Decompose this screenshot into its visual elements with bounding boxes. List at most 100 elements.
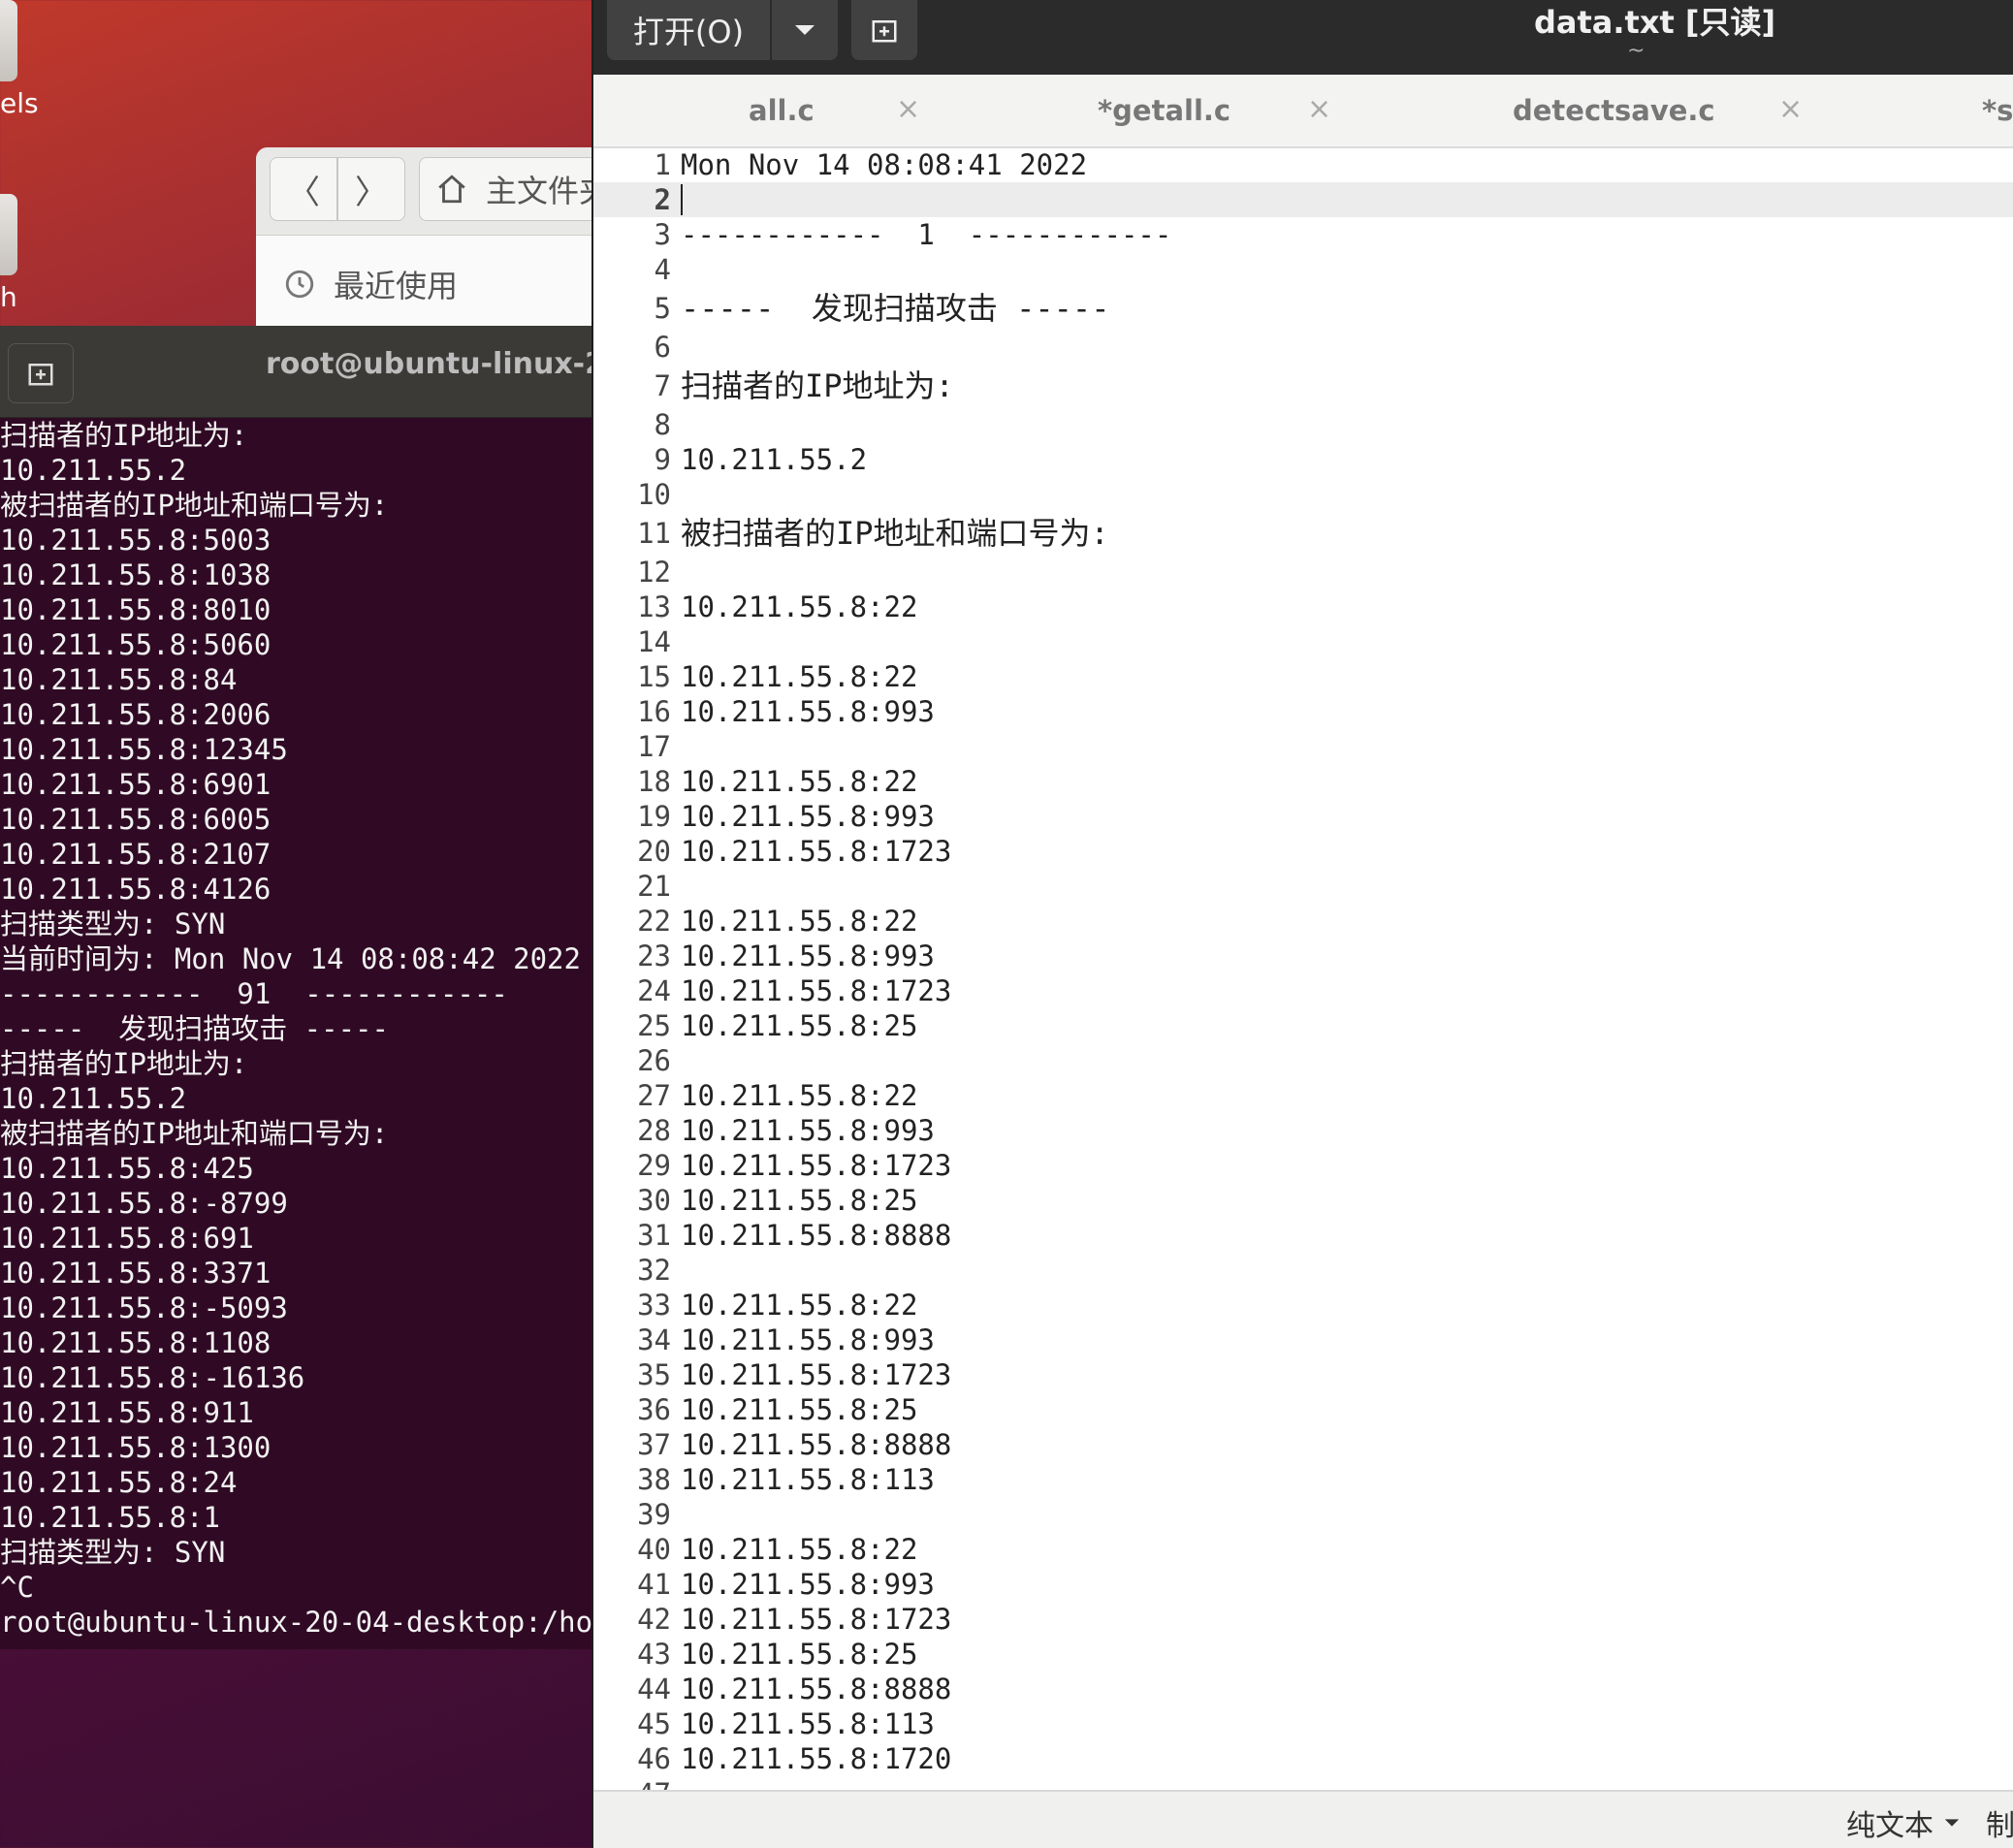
editor-line[interactable]: 11 被扫描者的IP地址和端口号为: (593, 512, 2013, 555)
editor-line[interactable]: 6 (593, 330, 2013, 365)
language-selector[interactable]: 纯文本 (1846, 1801, 1961, 1844)
line-number: 24 (637, 974, 671, 1007)
editor-line[interactable]: 7 扫描者的IP地址为: (593, 365, 2013, 407)
editor-line[interactable]: 14 (593, 624, 2013, 659)
editor-line[interactable]: 33 10.211.55.8:22 (593, 1288, 2013, 1322)
line-number: 27 (637, 1079, 671, 1112)
tab-close-icon[interactable]: × (1307, 92, 1331, 126)
line-number: 2 (654, 183, 671, 216)
chevron-left-icon: 〈 (287, 173, 320, 212)
editor-line[interactable]: 5 ----- 发现扫描攻击 ----- (593, 287, 2013, 330)
editor-line[interactable]: 41 10.211.55.8:993 (593, 1567, 2013, 1602)
tab-close-icon[interactable]: × (896, 92, 920, 126)
terminal-line: 被扫描者的IP地址和端口号为: (0, 489, 389, 522)
line-number: 45 (637, 1707, 671, 1740)
terminal-line: 10.211.55.8:-8799 (0, 1187, 288, 1220)
line-number: 15 (637, 660, 671, 693)
tab-partial[interactable]: *si (1982, 75, 2013, 146)
editor-line[interactable]: 34 10.211.55.8:993 (593, 1322, 2013, 1357)
terminal-line: 10.211.55.8:425 (0, 1152, 254, 1185)
tab-width-selector[interactable]: 制 (1986, 1801, 2013, 1844)
new-document-button[interactable] (851, 0, 917, 60)
line-number: 39 (637, 1498, 671, 1531)
desktop-icon-2[interactable] (0, 194, 17, 275)
editor-line[interactable]: 29 10.211.55.8:1723 (593, 1148, 2013, 1183)
editor-line[interactable]: 19 10.211.55.8:993 (593, 799, 2013, 834)
editor-line[interactable]: 12 (593, 555, 2013, 589)
back-button[interactable]: 〈 (270, 157, 337, 221)
editor-line[interactable]: 22 10.211.55.8:22 (593, 904, 2013, 939)
editor-line[interactable]: 28 10.211.55.8:993 (593, 1113, 2013, 1148)
editor-line[interactable]: 26 (593, 1043, 2013, 1078)
tab-detectsave-c[interactable]: detectsave.c (1513, 75, 1715, 146)
editor-line[interactable]: 32 (593, 1253, 2013, 1288)
editor-line[interactable]: 17 (593, 729, 2013, 764)
open-button[interactable]: 打开(O) (607, 0, 770, 60)
desktop-icon-1[interactable] (0, 0, 17, 81)
editor-line[interactable]: 2 (593, 182, 2013, 217)
editor-line[interactable]: 8 (593, 407, 2013, 442)
editor-headerbar: 打开(O) data.txt [只读] ~ (593, 0, 2013, 75)
line-text: 10.211.55.8:1723 (681, 1603, 952, 1636)
sidebar-item-recent[interactable]: 最近使用 (283, 262, 458, 306)
line-number: 4 (654, 253, 671, 286)
editor-line[interactable]: 3 ------------ 1 ------------ (593, 217, 2013, 252)
editor-line[interactable]: 43 10.211.55.8:25 (593, 1637, 2013, 1672)
language-label: 纯文本 (1846, 1809, 1933, 1843)
forward-button[interactable]: 〉 (337, 157, 405, 221)
editor-line[interactable]: 10 (593, 477, 2013, 512)
tab-all-c[interactable]: all.c (749, 75, 815, 146)
editor-line[interactable]: 13 10.211.55.8:22 (593, 589, 2013, 624)
line-text: 10.211.55.8:22 (681, 905, 918, 938)
line-text: 10.211.55.8:993 (681, 695, 935, 728)
tab-bar: all.c × *getall.c × detectsave.c × *si (593, 75, 2013, 148)
line-text: ------------ 1 ------------ (681, 218, 1172, 251)
terminal-line: 10.211.55.8:24 (0, 1466, 238, 1499)
editor-line[interactable]: 44 10.211.55.8:8888 (593, 1672, 2013, 1706)
editor-text-area[interactable]: 1 Mon Nov 14 08:08:41 2022 2 3 ------------ … (593, 147, 2013, 1792)
editor-line[interactable]: 42 10.211.55.8:1723 (593, 1602, 2013, 1637)
line-number: 29 (637, 1149, 671, 1182)
editor-line[interactable]: 15 10.211.55.8:22 (593, 659, 2013, 694)
open-menu-button[interactable] (772, 0, 838, 60)
status-bar: 纯文本 制 (593, 1790, 2013, 1848)
editor-line[interactable]: 9 10.211.55.2 (593, 442, 2013, 477)
editor-line[interactable]: 18 10.211.55.8:22 (593, 764, 2013, 799)
line-text: 10.211.55.8:22 (681, 1289, 918, 1322)
editor-line[interactable]: 36 10.211.55.8:25 (593, 1392, 2013, 1427)
line-number: 32 (637, 1254, 671, 1287)
editor-line[interactable]: 16 10.211.55.8:993 (593, 694, 2013, 729)
terminal-line: 10.211.55.8:84 (0, 663, 238, 696)
editor-line[interactable]: 40 10.211.55.8:22 (593, 1532, 2013, 1567)
line-text: 10.211.55.8:1723 (681, 835, 952, 868)
editor-line[interactable]: 35 10.211.55.8:1723 (593, 1357, 2013, 1392)
editor-line[interactable]: 21 (593, 869, 2013, 904)
editor-line[interactable]: 24 10.211.55.8:1723 (593, 973, 2013, 1008)
tab-getall-c[interactable]: *getall.c (1098, 75, 1230, 146)
terminal-line: 10.211.55.2 (0, 454, 187, 487)
line-number: 14 (637, 625, 671, 658)
editor-line[interactable]: 31 10.211.55.8:8888 (593, 1218, 2013, 1253)
new-tab-button[interactable] (8, 343, 74, 403)
editor-line[interactable]: 46 10.211.55.8:1720 (593, 1741, 2013, 1776)
editor-line[interactable]: 38 10.211.55.8:113 (593, 1462, 2013, 1497)
terminal-window[interactable]: root@ubuntu-linux-20-04-desktop: /h 扫描者的… (0, 326, 593, 1649)
editor-line[interactable]: 4 (593, 252, 2013, 287)
terminal-line: root@ubuntu-linux-20-04-desktop:/home (0, 1606, 593, 1639)
tab-close-icon[interactable]: × (1778, 92, 1803, 126)
editor-line[interactable]: 25 10.211.55.8:25 (593, 1008, 2013, 1043)
editor-line[interactable]: 27 10.211.55.8:22 (593, 1078, 2013, 1113)
terminal-output[interactable]: 扫描者的IP地址为: 10.211.55.2 被扫描者的IP地址和端口号为: 10.2… (0, 418, 593, 1640)
editor-line[interactable]: 30 10.211.55.8:25 (593, 1183, 2013, 1218)
editor-line[interactable]: 1 Mon Nov 14 08:08:41 2022 (593, 147, 2013, 182)
editor-line[interactable]: 20 10.211.55.8:1723 (593, 834, 2013, 869)
tab-label: all.c (749, 94, 815, 127)
editor-line[interactable]: 45 10.211.55.8:113 (593, 1706, 2013, 1741)
editor-line[interactable]: 23 10.211.55.8:993 (593, 939, 2013, 973)
line-text: 10.211.55.8:1723 (681, 1149, 952, 1182)
terminal-line: 10.211.55.8:1038 (0, 558, 272, 591)
editor-line[interactable]: 39 (593, 1497, 2013, 1532)
line-text: 10.211.55.8:8888 (681, 1428, 952, 1461)
line-number: 36 (637, 1393, 671, 1426)
editor-line[interactable]: 37 10.211.55.8:8888 (593, 1427, 2013, 1462)
